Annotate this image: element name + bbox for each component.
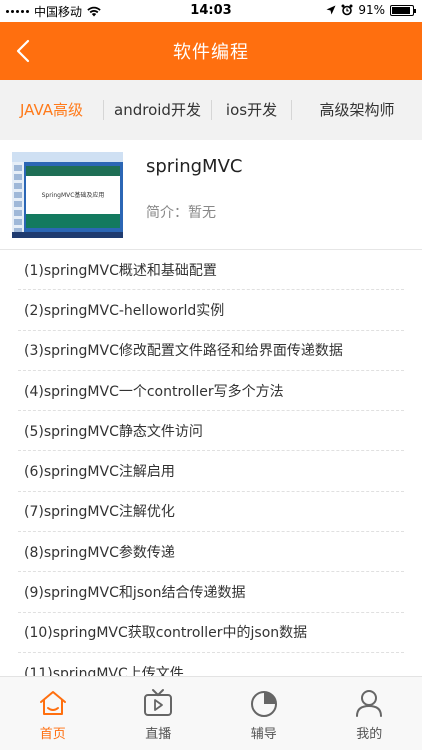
tabbar-home[interactable]: 首页 bbox=[0, 677, 106, 750]
tab-android[interactable]: android开发 bbox=[104, 100, 212, 120]
tabbar-live[interactable]: 直播 bbox=[106, 677, 212, 750]
location-arrow-icon bbox=[326, 5, 336, 15]
thumbnail-title: SpringMVC基础及应用 bbox=[41, 192, 105, 199]
pie-chart-icon bbox=[250, 691, 277, 717]
tabbar-label: 辅导 bbox=[250, 727, 277, 742]
home-icon bbox=[39, 691, 66, 715]
lesson-title: (3)springMVC修改配置文件路径和给界面传递数据 bbox=[24, 343, 343, 360]
lesson-item[interactable]: (7)springMVC注解优化 bbox=[18, 492, 404, 533]
lesson-item[interactable]: (3)springMVC修改配置文件路径和给界面传递数据 bbox=[18, 331, 404, 371]
tabbar-label: 首页 bbox=[39, 727, 66, 742]
lesson-title: (6)springMVC注解启用 bbox=[24, 464, 175, 481]
lesson-item[interactable]: (4)springMVC一个controller写多个方法 bbox=[18, 371, 404, 412]
lesson-title: (8)springMVC参数传递 bbox=[24, 544, 175, 561]
tv-icon bbox=[144, 689, 173, 716]
lesson-item[interactable]: (9)springMVC和json结合传递数据 bbox=[18, 572, 404, 613]
lesson-item[interactable]: (11)springMVC上传文件 bbox=[18, 653, 404, 676]
alarm-icon bbox=[341, 4, 353, 16]
tab-ios[interactable]: ios开发 bbox=[212, 100, 292, 120]
tab-label: ios开发 bbox=[225, 101, 278, 119]
battery-percent: 91% bbox=[358, 3, 385, 17]
lesson-item[interactable]: (8)springMVC参数传递 bbox=[18, 532, 404, 573]
lesson-item[interactable]: (10)springMVC获取controller中的json数据 bbox=[18, 613, 404, 653]
tab-label: android开发 bbox=[114, 101, 201, 119]
tab-label: JAVA高级 bbox=[19, 101, 84, 119]
tab-label: 高级架构师 bbox=[319, 101, 395, 119]
course-title: springMVC bbox=[146, 156, 243, 177]
tabbar-label: 我的 bbox=[356, 727, 383, 742]
user-icon bbox=[356, 690, 383, 717]
lesson-title: (10)springMVC获取controller中的json数据 bbox=[24, 625, 308, 642]
lesson-item[interactable]: (6)springMVC注解启用 bbox=[18, 451, 404, 492]
lesson-item[interactable]: (2)springMVC-helloworld实例 bbox=[18, 290, 404, 331]
lesson-title: (2)springMVC-helloworld实例 bbox=[24, 302, 225, 319]
course-thumbnail[interactable]: SpringMVC基础及应用 bbox=[12, 152, 123, 238]
lesson-title: (4)springMVC一个controller写多个方法 bbox=[24, 383, 284, 400]
tab-java[interactable]: JAVA高级 bbox=[0, 100, 104, 120]
chevron-left-icon bbox=[16, 39, 30, 63]
lesson-list: (1)springMVC概述和基础配置 (2)springMVC-hellowo… bbox=[0, 250, 422, 676]
lesson-item[interactable]: (1)springMVC概述和基础配置 bbox=[18, 250, 404, 291]
lesson-title: (1)springMVC概述和基础配置 bbox=[24, 262, 217, 279]
battery-icon bbox=[390, 4, 416, 16]
lesson-item[interactable]: (5)springMVC静态文件访问 bbox=[18, 411, 404, 452]
page-title: 软件编程 bbox=[173, 42, 249, 63]
status-bar: 中国移动 14:03 91% bbox=[0, 0, 422, 22]
lesson-title: (7)springMVC注解优化 bbox=[24, 504, 175, 521]
tabbar-profile[interactable]: 我的 bbox=[317, 677, 422, 750]
back-button[interactable] bbox=[8, 36, 38, 66]
tab-architect[interactable]: 高级架构师 bbox=[292, 100, 422, 120]
lesson-title: (11)springMVC上传文件 bbox=[24, 665, 184, 676]
tabbar-label: 直播 bbox=[145, 727, 172, 742]
nav-bar: 软件编程 bbox=[0, 22, 422, 80]
course-header: SpringMVC基础及应用 springMVC 简介：暂无 bbox=[0, 140, 422, 250]
lesson-title: (9)springMVC和json结合传递数据 bbox=[24, 585, 246, 602]
course-intro: 简介：暂无 bbox=[146, 205, 216, 221]
bottom-tab-bar: 首页 直播 辅导 我的 bbox=[0, 676, 422, 750]
category-tabs: JAVA高级 android开发 ios开发 高级架构师 bbox=[0, 80, 422, 140]
tabbar-tutoring[interactable]: 辅导 bbox=[211, 677, 317, 750]
lesson-title: (5)springMVC静态文件访问 bbox=[24, 423, 203, 440]
